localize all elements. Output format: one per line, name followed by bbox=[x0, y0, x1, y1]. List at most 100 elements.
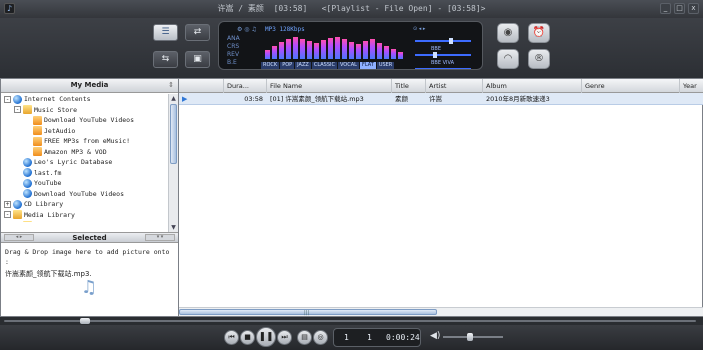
collapse-icon[interactable]: - bbox=[4, 95, 11, 103]
music-note-icon: ♫ bbox=[81, 277, 98, 298]
window-title: 许嵩 / 素颜 [03:58] <[Playlist - File Open] … bbox=[217, 4, 486, 13]
player-skin: ☰ ⇄ ⇆ ▣ ⚙ ◎ ♫ ANA CRS REV B.E MP3 128Kbp… bbox=[0, 18, 703, 92]
playlist-hscrollbar[interactable]: ||| bbox=[179, 307, 703, 316]
selected-options-button[interactable]: ▾ ▾ bbox=[145, 234, 175, 241]
column-year[interactable]: Year bbox=[680, 79, 703, 93]
lcd-slider-3[interactable] bbox=[415, 68, 471, 69]
lcd-slider-1[interactable] bbox=[415, 40, 471, 42]
pause-button[interactable]: ❚❚ bbox=[256, 327, 276, 347]
column-genre[interactable]: Genre bbox=[582, 79, 680, 93]
column-indicator[interactable] bbox=[179, 79, 224, 93]
eq-bar bbox=[391, 49, 396, 59]
drop-image-hint[interactable]: Drag & Drop image here to add picture on… bbox=[5, 247, 175, 267]
column-duration[interactable]: Dura... bbox=[224, 79, 267, 93]
tree-item[interactable]: Download YouTube Videos bbox=[1, 189, 169, 200]
tree-item[interactable]: Amazon MP3 & VOD bbox=[1, 147, 169, 158]
collapse-icon[interactable]: - bbox=[4, 211, 11, 218]
tree-item[interactable]: YouTube bbox=[1, 178, 169, 189]
open-button[interactable]: ▤ bbox=[297, 330, 312, 345]
tree-scrollbar[interactable]: ▲ ▼ bbox=[168, 94, 178, 232]
column-title[interactable]: Title bbox=[392, 79, 426, 93]
preset-pop[interactable]: POP bbox=[280, 62, 295, 69]
close-button[interactable]: x bbox=[688, 3, 699, 14]
current-track-number: 1 bbox=[344, 333, 349, 342]
previous-track-button[interactable]: ⏮ bbox=[224, 330, 239, 345]
switch-view-button[interactable]: ⇄ bbox=[185, 24, 210, 41]
lcd-slider-knob-1[interactable] bbox=[449, 38, 453, 44]
expand-icon[interactable]: + bbox=[4, 200, 11, 208]
seek-track[interactable] bbox=[4, 320, 696, 322]
bbe-viva-label[interactable]: BBE VIVA bbox=[431, 60, 454, 66]
column-album[interactable]: Album bbox=[483, 79, 582, 93]
next-track-button[interactable]: ⏭ bbox=[277, 330, 292, 345]
volume-knob[interactable] bbox=[467, 333, 474, 341]
tree-item-label: Internet Contents bbox=[24, 95, 91, 103]
column-file-name[interactable]: File Name bbox=[267, 79, 392, 93]
row-genre bbox=[582, 93, 680, 105]
column-artist[interactable]: Artist bbox=[426, 79, 483, 93]
preset-jazz[interactable]: JAZZ bbox=[295, 62, 311, 69]
lcd-slider-2[interactable] bbox=[415, 54, 471, 56]
tree-item[interactable]: - Media Library bbox=[1, 210, 169, 221]
preset-vocal[interactable]: VOCAL bbox=[337, 62, 359, 69]
tree-item-label: Leo's Lyric Database bbox=[34, 158, 113, 166]
tree-item-label: Music Store bbox=[34, 105, 78, 114]
tree-item[interactable]: + [Unknown Artist] bbox=[1, 220, 169, 222]
tree-scroll-thumb[interactable] bbox=[170, 104, 177, 164]
row-album: 2010年8月新歌速递3 bbox=[486, 95, 550, 103]
wireless-button[interactable]: ◠ bbox=[497, 49, 519, 69]
tree-item[interactable]: last.fm bbox=[1, 168, 169, 179]
seek-bar[interactable] bbox=[0, 317, 703, 325]
maximize-button[interactable]: □ bbox=[674, 3, 685, 14]
eq-bar bbox=[370, 39, 375, 59]
lcd-slider-knob-2[interactable] bbox=[433, 52, 437, 58]
collapse-icon[interactable]: - bbox=[14, 106, 21, 113]
eq-bar bbox=[293, 37, 298, 59]
folder-icon bbox=[23, 220, 32, 222]
alarm-button[interactable]: ⏰ bbox=[528, 23, 550, 43]
tree-item-label: Download YouTube Videos bbox=[34, 189, 125, 198]
playlist-button[interactable]: ⇆ bbox=[153, 51, 178, 68]
preset-classic[interactable]: CLASSIC bbox=[311, 62, 337, 69]
device-button[interactable]: ▣ bbox=[185, 51, 210, 68]
tree-item[interactable]: - Music Store bbox=[1, 105, 169, 116]
seek-knob[interactable] bbox=[80, 318, 91, 324]
minimize-button[interactable]: _ bbox=[660, 3, 671, 14]
lcd-label-crs[interactable]: CRS bbox=[227, 43, 265, 51]
lcd-label-be[interactable]: B.E bbox=[227, 59, 265, 67]
view-mode-button[interactable]: ☰ bbox=[153, 24, 178, 41]
lcd-label-rev[interactable]: REV bbox=[227, 51, 265, 59]
eq-bar bbox=[307, 41, 312, 59]
scroll-down-icon[interactable]: ▼ bbox=[169, 223, 178, 232]
tree-item[interactable]: JetAudio bbox=[1, 126, 169, 137]
record-button[interactable]: ◉ bbox=[497, 23, 519, 43]
note-icon bbox=[33, 115, 42, 125]
globe-icon bbox=[23, 178, 32, 188]
row-artist: 许嵩 bbox=[429, 95, 442, 103]
my-media-header[interactable]: My Media ⇕ bbox=[1, 79, 178, 93]
tree-item[interactable]: + CD Library bbox=[1, 199, 169, 210]
stop-button[interactable]: ■ bbox=[240, 330, 255, 345]
radio-button[interactable]: ® bbox=[528, 49, 550, 69]
folder-icon bbox=[23, 105, 32, 114]
tree-item[interactable]: FREE MP3s from eMusic! bbox=[1, 136, 169, 147]
panel-toggle-icon[interactable]: ⇕ bbox=[168, 79, 174, 92]
table-row[interactable]: ▶ 03:58 [01] 许嵩素颜_领航下载站.mp3 素颜 许嵩 2010年8… bbox=[179, 93, 703, 105]
preset-user[interactable]: USER bbox=[376, 62, 395, 69]
repeat-button[interactable]: ◎ bbox=[313, 330, 328, 345]
tree-item[interactable]: Download YouTube Videos bbox=[1, 115, 169, 126]
preset-rock[interactable]: ROCK bbox=[261, 62, 280, 69]
selected-prev-button[interactable]: ◂ ▸ bbox=[4, 234, 34, 241]
preset-flat[interactable]: FLAT bbox=[359, 62, 376, 69]
eq-bar bbox=[279, 42, 284, 59]
lcd-label-ana[interactable]: ANA bbox=[227, 35, 265, 43]
tree-item[interactable]: Leo's Lyric Database bbox=[1, 157, 169, 168]
tree-item[interactable]: - Internet Contents bbox=[1, 94, 169, 105]
bitrate-label: MP3 128Kbps bbox=[265, 26, 305, 33]
scroll-up-icon[interactable]: ▲ bbox=[169, 94, 178, 103]
eq-bar bbox=[377, 43, 382, 59]
globe-icon bbox=[13, 94, 22, 104]
volume-icon[interactable]: ◀) bbox=[430, 331, 440, 341]
expand-icon[interactable]: + bbox=[14, 221, 21, 222]
playlist-hscroll-thumb[interactable]: ||| bbox=[179, 309, 437, 316]
